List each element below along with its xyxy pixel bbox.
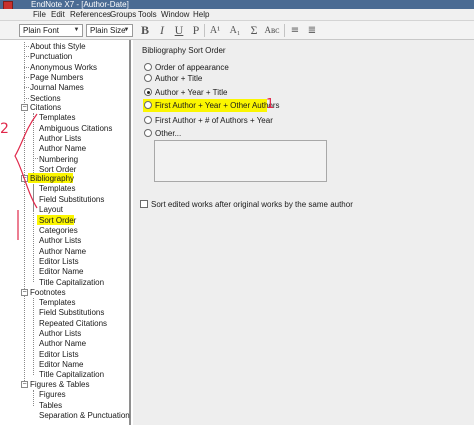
tree-item-bibliography-editor-lists[interactable]: Editor Lists xyxy=(39,257,79,266)
menu-bar: File Edit References Groups Tools Window… xyxy=(0,9,474,21)
subscript-button[interactable]: A₁ xyxy=(227,23,243,38)
tree-item-tables[interactable]: Tables xyxy=(39,401,62,410)
checkbox-label: Sort edited works after original works b… xyxy=(151,200,353,209)
tree-item-footnotes-title-capitalization[interactable]: Title Capitalization xyxy=(39,370,104,379)
tree-connector xyxy=(33,390,34,406)
tree-item-bibliography-templates[interactable]: Templates xyxy=(39,184,75,193)
tree-connector xyxy=(24,98,29,99)
collapse-citations-icon[interactable]: − xyxy=(21,104,28,111)
toolbar-separator xyxy=(204,24,205,37)
tree-item-footnotes-field-substitutions[interactable]: Field Substitutions xyxy=(39,308,104,317)
tree-item-separation-punctuation[interactable]: Separation & Punctuation xyxy=(39,411,130,420)
tree-item-bibliography-categories[interactable]: Categories xyxy=(39,226,78,235)
annotation-mark-1: 1 xyxy=(266,97,275,112)
radio-label: Other... xyxy=(155,129,182,138)
font-select[interactable]: Plain Font ▼ xyxy=(19,24,83,37)
italic-button[interactable]: I xyxy=(156,23,168,38)
radio-label: First Author + # of Authors + Year xyxy=(155,116,273,125)
tree-item-footnotes[interactable]: Footnotes xyxy=(30,288,66,297)
panel-title: Bibliography Sort Order xyxy=(142,46,226,55)
font-select-value: Plain Font xyxy=(23,26,60,35)
tree-connector xyxy=(33,298,34,375)
sort-order-panel: Bibliography Sort Order Order of appeara… xyxy=(133,40,474,425)
underline-button[interactable]: U xyxy=(173,23,185,38)
tree-item-bibliography-layout[interactable]: Layout xyxy=(39,205,63,214)
tree-item-page-numbers[interactable]: Page Numbers xyxy=(30,73,83,82)
small-caps-button[interactable]: Aʙᴄ xyxy=(262,23,282,38)
tree-item-citations-author-lists[interactable]: Author Lists xyxy=(39,134,81,143)
tree-item-footnotes-author-name[interactable]: Author Name xyxy=(39,339,86,348)
radio-button[interactable] xyxy=(144,129,152,137)
radio-button[interactable] xyxy=(144,74,152,82)
menu-tools[interactable]: Tools xyxy=(138,10,157,20)
sort-edited-works-checkbox[interactable] xyxy=(140,200,148,208)
tree-connector xyxy=(24,56,29,57)
tree-item-citations-templates[interactable]: Templates xyxy=(39,113,75,122)
tree-item-sections[interactable]: Sections xyxy=(30,94,61,103)
tree-connector xyxy=(24,77,29,78)
collapse-figures-tables-icon[interactable]: − xyxy=(21,381,28,388)
chevron-down-icon: ▼ xyxy=(123,27,130,33)
tree-item-citations-author-name[interactable]: Author Name xyxy=(39,144,86,153)
annotation-stroke-icon xyxy=(17,210,19,240)
superscript-button[interactable]: A¹ xyxy=(207,23,223,38)
tree-item-journal-names[interactable]: Journal Names xyxy=(30,83,84,92)
radio-label: First Author + Year + Other Authors xyxy=(155,101,280,110)
radio-button[interactable] xyxy=(144,101,152,109)
tree-item-citations[interactable]: Citations xyxy=(30,103,61,112)
tree-item-bibliography-author-lists[interactable]: Author Lists xyxy=(39,236,81,245)
tree-item-bibliography-author-name[interactable]: Author Name xyxy=(39,247,86,256)
radio-button-selected[interactable] xyxy=(144,88,152,96)
tree-item-punctuation[interactable]: Punctuation xyxy=(30,52,72,61)
symbol-button[interactable]: Σ xyxy=(248,23,260,38)
formatting-toolbar: Plain Font ▼ Plain Size ▼ B I U P A¹ A₁ … xyxy=(0,21,474,40)
tree-connector xyxy=(24,67,29,68)
other-sort-fields-box[interactable] xyxy=(154,140,327,182)
collapse-footnotes-icon[interactable]: − xyxy=(21,289,28,296)
style-tree-panel: About this Style Punctuation Anonymous W… xyxy=(0,40,131,425)
tree-item-bibliography-sort-order[interactable]: Sort Order xyxy=(39,216,76,225)
tree-item-footnotes-author-lists[interactable]: Author Lists xyxy=(39,329,81,338)
radio-button[interactable] xyxy=(144,63,152,71)
menu-help[interactable]: Help xyxy=(193,10,209,20)
menu-edit[interactable]: Edit xyxy=(51,10,65,20)
radio-label: Order of appearance xyxy=(155,63,229,72)
tree-item-bibliography-editor-name[interactable]: Editor Name xyxy=(39,267,83,276)
tree-item-citations-numbering[interactable]: Numbering xyxy=(39,155,78,164)
align-justify-icon[interactable]: ≣ xyxy=(306,23,318,38)
menu-file[interactable]: File xyxy=(33,10,46,20)
radio-label: Author + Year + Title xyxy=(155,88,228,97)
size-select[interactable]: Plain Size ▼ xyxy=(86,24,133,37)
menu-references[interactable]: References xyxy=(70,10,111,20)
tree-connector xyxy=(24,46,29,47)
tree-item-bibliography-title-capitalization[interactable]: Title Capitalization xyxy=(39,278,104,287)
size-select-value: Plain Size xyxy=(90,26,126,35)
tree-item-citations-ambiguous[interactable]: Ambiguous Citations xyxy=(39,124,112,133)
tree-item-about[interactable]: About this Style xyxy=(30,42,86,51)
annotation-bracket-icon xyxy=(14,113,38,209)
chevron-down-icon: ▼ xyxy=(73,27,80,33)
tree-item-figures[interactable]: Figures xyxy=(39,390,66,399)
window-titlebar: EndNote X7 - [Author-Date] xyxy=(0,0,474,10)
tree-item-bibliography-field-substitutions[interactable]: Field Substitutions xyxy=(39,195,104,204)
tree-connector xyxy=(24,87,29,88)
radio-button[interactable] xyxy=(144,116,152,124)
tree-item-anonymous-works[interactable]: Anonymous Works xyxy=(30,63,97,72)
menu-window[interactable]: Window xyxy=(161,10,189,20)
tree-item-figures-tables[interactable]: Figures & Tables xyxy=(30,380,89,389)
window-title: EndNote X7 - [Author-Date] xyxy=(31,0,129,9)
tree-item-footnotes-repeated-citations[interactable]: Repeated Citations xyxy=(39,319,107,328)
menu-groups[interactable]: Groups xyxy=(110,10,136,20)
tree-item-footnotes-editor-lists[interactable]: Editor Lists xyxy=(39,350,79,359)
tree-connector xyxy=(24,42,25,383)
radio-label: Author + Title xyxy=(155,74,203,83)
tree-item-footnotes-editor-name[interactable]: Editor Name xyxy=(39,360,83,369)
tree-item-footnotes-templates[interactable]: Templates xyxy=(39,298,75,307)
align-left-icon[interactable]: ≡ xyxy=(289,23,301,38)
toolbar-separator xyxy=(284,24,285,37)
bold-button[interactable]: B xyxy=(139,23,151,38)
plain-button[interactable]: P xyxy=(190,23,202,38)
